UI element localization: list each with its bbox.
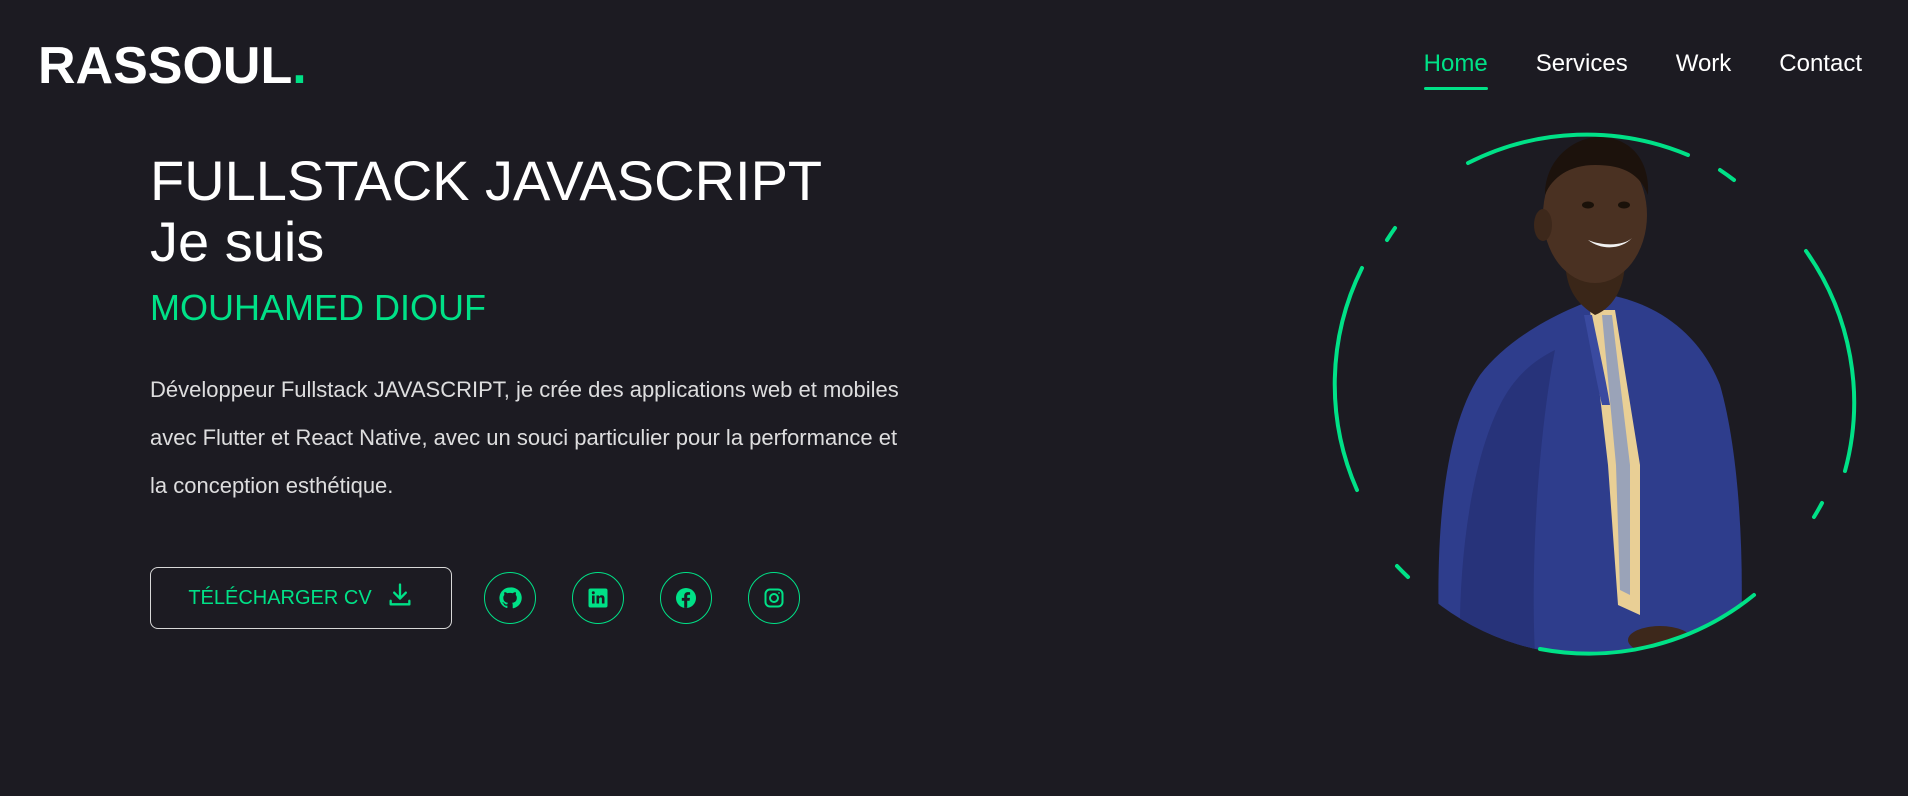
download-icon [386, 581, 414, 615]
instagram-icon [764, 588, 784, 608]
person-name: MOUHAMED DIOUF [150, 287, 486, 328]
github-icon [499, 587, 522, 609]
linkedin-link[interactable] [572, 572, 624, 624]
instagram-link[interactable] [748, 572, 800, 624]
facebook-icon [676, 588, 696, 608]
github-link[interactable] [484, 572, 536, 624]
linkedin-icon [588, 588, 608, 608]
decorative-ring [1332, 132, 1857, 656]
logo[interactable]: RASSOUL. [38, 36, 307, 96]
main-nav: Home Services Work Contact [1423, 48, 1862, 90]
nav-item-home[interactable]: Home [1423, 48, 1488, 90]
intro-text: Je suis [150, 210, 325, 273]
download-cv-button[interactable]: TÉLÉCHARGER CV [150, 567, 452, 629]
logo-dot: . [292, 37, 307, 95]
hero-actions: TÉLÉCHARGER CV [150, 567, 800, 629]
role-title: FULLSTACK JAVASCRIPT [150, 149, 823, 212]
nav-item-services[interactable]: Services [1536, 48, 1628, 86]
logo-text: RASSOUL [38, 37, 293, 95]
facebook-link[interactable] [660, 572, 712, 624]
hero-section: FULLSTACK JAVASCRIPT Je suis MOUHAMED DI… [150, 150, 910, 532]
page: RASSOUL. Home Services Work Contact FULL… [0, 0, 1908, 796]
nav-item-work[interactable]: Work [1676, 48, 1732, 86]
nav-item-contact[interactable]: Contact [1779, 48, 1862, 86]
download-cv-label: TÉLÉCHARGER CV [188, 586, 372, 609]
site-header: RASSOUL. Home Services Work Contact [0, 0, 1908, 130]
social-links [484, 572, 800, 624]
profile-photo-area [1320, 125, 1860, 665]
bio-text: Développeur Fullstack JAVASCRIPT, je cré… [150, 377, 899, 498]
